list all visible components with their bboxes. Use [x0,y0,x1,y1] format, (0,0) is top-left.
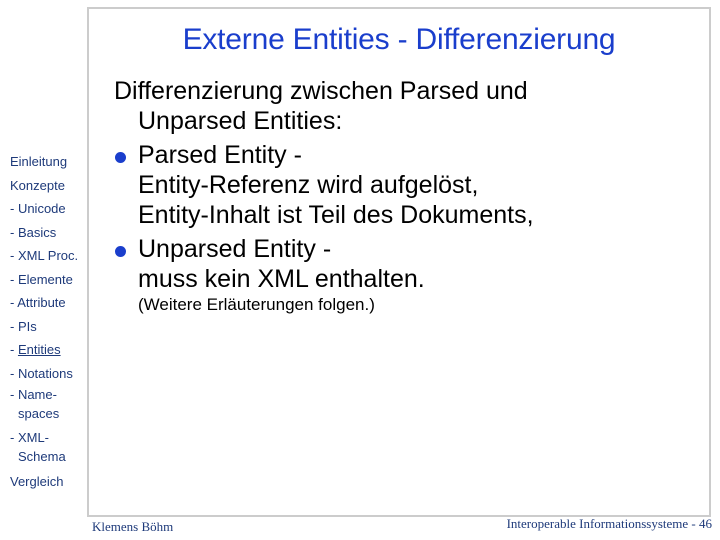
bullet-dot-icon [115,152,126,163]
sidebar-item-xml-proc[interactable]: - XML Proc. [10,244,88,268]
sidebar-item-notations[interactable]: - Notations [10,362,88,386]
sidebar-item-namespaces[interactable]: - Name-spaces [10,385,88,428]
sidebar-item-konzepte[interactable]: Konzepte [10,174,88,198]
sidebar-item-pis[interactable]: - PIs [10,315,88,339]
bullet-unparsed-entity: Unparsed Entity - muss kein XML enthalte… [114,234,704,294]
note-text: (Weitere Erläuterungen folgen.) [138,295,375,314]
footer-author: Klemens Böhm [92,519,174,534]
bullet-dot-icon [115,246,126,257]
sidebar-link-entities[interactable]: Entities [18,342,61,357]
slide-title: Externe Entities - Differenzierung [182,23,616,56]
sidebar-item-elemente[interactable]: - Elemente [10,268,88,292]
sidebar-item-xml-schema[interactable]: - XML- Schema [10,428,88,471]
slide-content: Differenzierung zwischen Parsed und Unpa… [114,76,704,316]
sidebar-item-vergleich[interactable]: Vergleich [10,470,88,494]
sidebar-item-einleitung[interactable]: Einleitung [10,150,88,174]
intro-line-1: Differenzierung zwischen Parsed und [114,77,528,105]
sidebar-item-entities[interactable]: - Entities [10,338,88,362]
footer-course-page: Interoperable Informationssysteme - 46 [506,516,712,531]
sidebar-item-attribute[interactable]: - Attribute [10,291,88,315]
sidebar-nav: Einleitung Konzepte - Unicode - Basics -… [10,150,88,494]
bullet-parsed-entity: Parsed Entity - Entity-Referenz wird auf… [114,140,704,230]
sidebar-item-basics[interactable]: - Basics [10,221,88,245]
sidebar-item-unicode[interactable]: - Unicode [10,197,88,221]
intro-text: Differenzierung zwischen Parsed und Unpa… [114,76,704,136]
intro-line-2: Unparsed Entities: [138,107,343,135]
